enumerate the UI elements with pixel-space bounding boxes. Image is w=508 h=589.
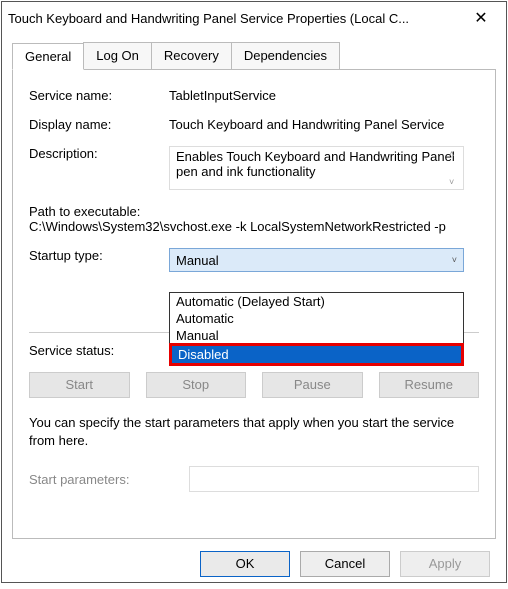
- dropdown-highlight-box: Disabled: [169, 343, 464, 366]
- description-scroll[interactable]: ˄ ˅: [449, 149, 461, 187]
- stop-button[interactable]: Stop: [146, 372, 247, 398]
- start-params-hint: You can specify the start parameters tha…: [29, 414, 479, 450]
- dropdown-option-manual[interactable]: Manual: [170, 327, 463, 344]
- label-description: Description:: [29, 146, 169, 190]
- label-start-params: Start parameters:: [29, 472, 189, 487]
- dialog-footer: OK Cancel Apply: [2, 539, 506, 589]
- resume-button[interactable]: Resume: [379, 372, 480, 398]
- value-display-name: Touch Keyboard and Handwriting Panel Ser…: [169, 117, 444, 132]
- tab-pane-general: Service name: TabletInputService Display…: [12, 69, 496, 539]
- titlebar: Touch Keyboard and Handwriting Panel Ser…: [2, 2, 506, 34]
- label-path: Path to executable:: [29, 204, 479, 219]
- start-button[interactable]: Start: [29, 372, 130, 398]
- tab-host: General Log On Recovery Dependencies Ser…: [12, 42, 496, 539]
- description-box[interactable]: Enables Touch Keyboard and Handwriting P…: [169, 146, 464, 190]
- value-service-name: TabletInputService: [169, 88, 276, 103]
- label-display-name: Display name:: [29, 117, 169, 132]
- service-control-buttons: Start Stop Pause Resume: [29, 372, 479, 398]
- chevron-up-icon[interactable]: ˄: [449, 149, 461, 159]
- label-service-status: Service status:: [29, 343, 169, 358]
- startup-type-combo[interactable]: Manual ˅: [169, 248, 464, 272]
- window-title: Touch Keyboard and Handwriting Panel Ser…: [8, 11, 409, 26]
- startup-type-dropdown: Automatic (Delayed Start) Automatic Manu…: [169, 292, 464, 366]
- cancel-button[interactable]: Cancel: [300, 551, 390, 577]
- tab-general[interactable]: General: [12, 43, 84, 70]
- value-path: C:\Windows\System32\svchost.exe -k Local…: [29, 219, 479, 234]
- tab-recovery[interactable]: Recovery: [151, 42, 232, 69]
- apply-button[interactable]: Apply: [400, 551, 490, 577]
- dialog-window: Touch Keyboard and Handwriting Panel Ser…: [1, 1, 507, 583]
- label-service-name: Service name:: [29, 88, 169, 103]
- tab-strip: General Log On Recovery Dependencies: [12, 42, 496, 69]
- close-icon[interactable]: ✕: [466, 8, 496, 28]
- dropdown-option-automatic[interactable]: Automatic: [170, 310, 463, 327]
- dropdown-option-disabled[interactable]: Disabled: [172, 346, 461, 363]
- dropdown-option-delayed[interactable]: Automatic (Delayed Start): [170, 293, 463, 310]
- ok-button[interactable]: OK: [200, 551, 290, 577]
- start-params-input[interactable]: [189, 466, 479, 492]
- tab-dependencies[interactable]: Dependencies: [231, 42, 340, 69]
- value-description: Enables Touch Keyboard and Handwriting P…: [176, 149, 455, 179]
- tab-logon[interactable]: Log On: [83, 42, 152, 69]
- startup-type-selected: Manual: [176, 253, 219, 268]
- chevron-down-icon[interactable]: ˅: [449, 177, 461, 187]
- pause-button[interactable]: Pause: [262, 372, 363, 398]
- label-startup-type: Startup type:: [29, 248, 169, 272]
- chevron-down-icon: ˅: [452, 255, 457, 265]
